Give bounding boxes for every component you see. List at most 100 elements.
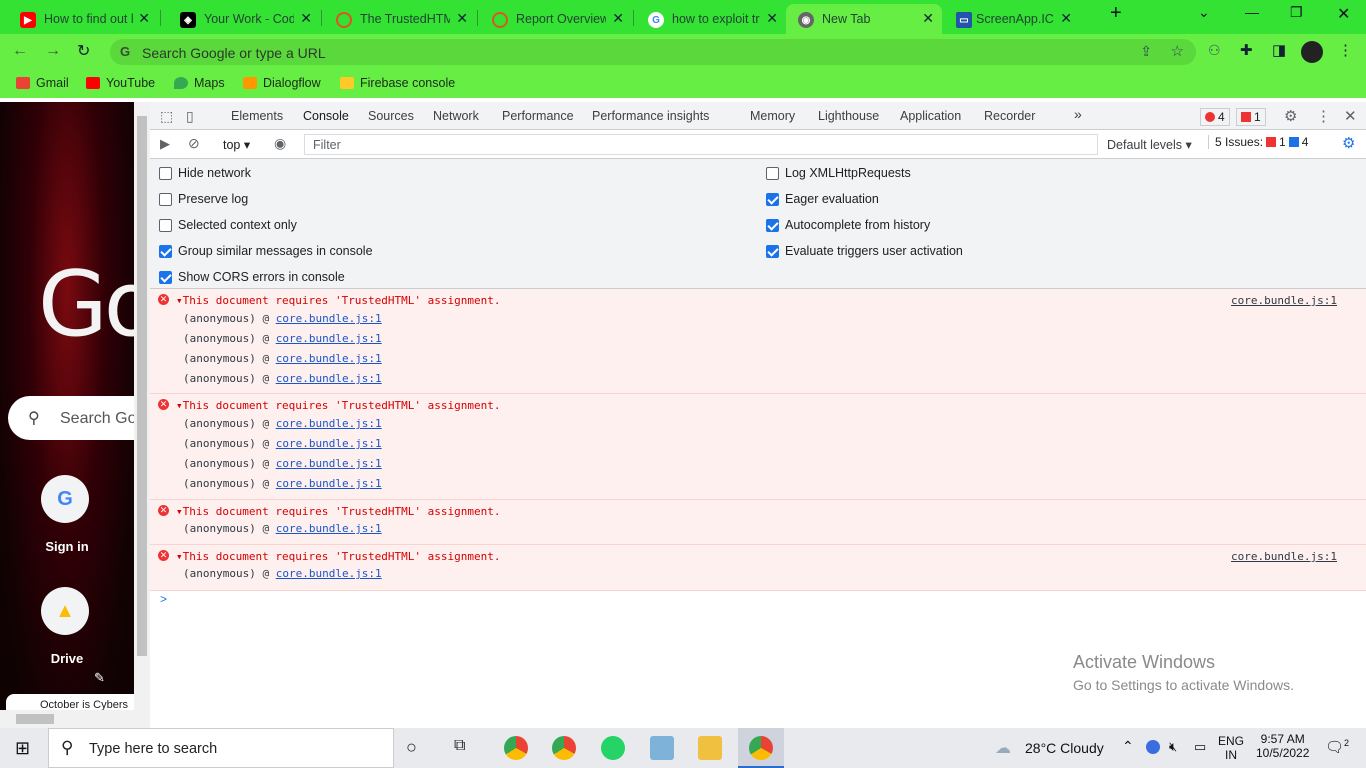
console-error-message[interactable]: ✕ ▾This document requires 'TrustedHTML' … — [150, 545, 1366, 591]
tab-memory[interactable]: Memory — [750, 109, 795, 123]
browser-tab[interactable]: ▭ ScreenApp.IC ✕ — [942, 4, 1102, 34]
console-error-message[interactable]: ✕ ▾This document requires 'TrustedHTML' … — [150, 500, 1366, 545]
close-icon[interactable]: ✕ — [922, 10, 934, 27]
close-devtools-icon[interactable]: ✕ — [1344, 107, 1357, 125]
forward-icon[interactable]: → — [45, 42, 61, 60]
window-close-icon[interactable]: ✕ — [1337, 4, 1350, 24]
device-icon[interactable]: ▯ — [186, 108, 194, 125]
weather-text[interactable]: 28°C Cloudy — [1025, 740, 1104, 756]
issue-counter[interactable]: 1 — [1236, 108, 1266, 126]
option-log-xhr[interactable]: Log XMLHttpRequests — [766, 166, 911, 180]
clear-console-icon[interactable]: ⊘ — [188, 135, 200, 152]
checkbox[interactable] — [159, 244, 172, 258]
bookmark-youtube[interactable]: YouTube — [86, 76, 155, 90]
stack-link[interactable]: core.bundle.js:1 — [276, 522, 382, 535]
source-link[interactable]: core.bundle.js:1 — [1231, 550, 1337, 563]
task-view-icon[interactable]: ⧉ — [454, 737, 465, 755]
close-icon[interactable]: ✕ — [138, 10, 150, 27]
checkbox[interactable] — [159, 192, 172, 206]
console-prompt[interactable]: > — [160, 592, 167, 606]
inspect-icon[interactable]: ⬚ — [160, 108, 173, 125]
profile-avatar[interactable] — [1301, 41, 1323, 63]
horizontal-scrollbar[interactable] — [0, 710, 134, 728]
stack-link[interactable]: core.bundle.js:1 — [276, 457, 382, 470]
tab-lighthouse[interactable]: Lighthouse — [818, 109, 879, 123]
browser-tab[interactable]: ◈ Your Work - Cod ✕ — [160, 4, 320, 34]
stack-link[interactable]: core.bundle.js:1 — [276, 332, 382, 345]
google-shortcut-icon[interactable]: G — [41, 475, 89, 523]
vertical-scrollbar[interactable] — [134, 102, 150, 728]
tab-network[interactable]: Network — [433, 109, 479, 123]
restore-icon[interactable]: ❐ — [1290, 4, 1303, 21]
checkbox[interactable] — [766, 166, 779, 180]
back-icon[interactable]: ← — [12, 42, 28, 60]
stack-link[interactable]: core.bundle.js:1 — [276, 477, 382, 490]
file-explorer-icon[interactable] — [698, 736, 722, 760]
levels-dropdown[interactable]: Default levels ▾ — [1107, 137, 1192, 152]
new-tab-button[interactable]: + — [1110, 2, 1122, 25]
zoom-icon[interactable] — [1146, 740, 1160, 754]
omnibox-input[interactable]: Search Google or type a URL — [142, 45, 326, 61]
close-icon[interactable]: ✕ — [1060, 10, 1072, 27]
tab-application[interactable]: Application — [900, 109, 961, 123]
omnibox[interactable]: G Search Google or type a URL ⇪ ☆ — [110, 39, 1196, 65]
cortana-icon[interactable]: ○ — [406, 737, 417, 758]
issues-button[interactable]: 5 Issues: 1 4 — [1208, 135, 1308, 149]
share-icon[interactable]: ⇪ — [1140, 43, 1152, 60]
browser-tab-active[interactable]: ◉ New Tab ✕ — [786, 4, 942, 34]
drive-icon[interactable]: ▲ — [41, 587, 89, 635]
option-group-similar[interactable]: Group similar messages in console — [159, 244, 373, 258]
tab-performance[interactable]: Performance — [502, 109, 574, 123]
notepad-icon[interactable] — [650, 736, 674, 760]
language-indicator[interactable]: ENG IN — [1218, 734, 1244, 762]
speaker-muted-icon[interactable]: 🔇︎ — [1169, 739, 1177, 755]
eye-icon[interactable]: ◉ — [274, 135, 286, 152]
taskbar-search[interactable]: ⚲ Type here to search — [48, 728, 394, 768]
whatsapp-icon[interactable] — [601, 736, 625, 760]
tab-sources[interactable]: Sources — [368, 109, 414, 123]
stack-link[interactable]: core.bundle.js:1 — [276, 437, 382, 450]
stack-link[interactable]: core.bundle.js:1 — [276, 417, 382, 430]
sidebar-toggle-icon[interactable]: ▶ — [160, 136, 170, 152]
checkbox[interactable] — [159, 166, 172, 180]
checkbox[interactable] — [766, 244, 779, 258]
tab-console[interactable]: Console — [295, 109, 357, 132]
network-icon[interactable]: ▭ — [1194, 739, 1206, 755]
close-icon[interactable]: ✕ — [456, 10, 468, 27]
search-input[interactable]: Search Go — [60, 410, 134, 428]
close-icon[interactable]: ✕ — [612, 10, 624, 27]
option-cors-errors[interactable]: Show CORS errors in console — [159, 270, 345, 284]
tab-performance-insights[interactable]: Performance insights — [592, 109, 709, 123]
option-hide-network[interactable]: Hide network — [159, 166, 251, 180]
checkbox[interactable] — [159, 270, 172, 284]
checkbox[interactable] — [766, 218, 779, 232]
clock[interactable]: 9:57 AM 10/5/2022 — [1256, 732, 1309, 760]
windows-start-icon[interactable]: ⊞ — [15, 738, 30, 759]
option-autocomplete[interactable]: Autocomplete from history — [766, 218, 930, 232]
chevron-up-icon[interactable]: ⌃ — [1122, 738, 1134, 755]
option-preserve-log[interactable]: Preserve log — [159, 192, 248, 206]
bookmark-gmail[interactable]: Gmail — [16, 76, 69, 90]
browser-tab[interactable]: The TrustedHTML ✕ — [316, 4, 476, 34]
menu-icon[interactable]: ⋮ — [1338, 41, 1353, 59]
tab-recorder[interactable]: Recorder — [984, 109, 1035, 123]
settings-gear-icon[interactable]: ⚙ — [1284, 107, 1297, 125]
checkbox[interactable] — [766, 192, 779, 206]
option-selected-context[interactable]: Selected context only — [159, 218, 297, 232]
edit-icon[interactable]: ✎ — [94, 670, 105, 686]
stack-link[interactable]: core.bundle.js:1 — [276, 372, 382, 385]
console-error-message[interactable]: ✕ ▾This document requires 'TrustedHTML' … — [150, 394, 1366, 500]
source-link[interactable]: core.bundle.js:1 — [1231, 294, 1337, 307]
filter-input[interactable]: Filter — [304, 134, 1098, 155]
extension-icon[interactable]: ⚇ — [1208, 42, 1221, 59]
tab-elements[interactable]: Elements — [231, 109, 283, 123]
bookmark-maps[interactable]: Maps — [174, 76, 225, 90]
notification-icon[interactable]: 🗨︎2 — [1325, 738, 1349, 756]
error-counter[interactable]: 4 — [1200, 108, 1230, 126]
console-error-message[interactable]: ✕ ▾This document requires 'TrustedHTML' … — [150, 289, 1366, 394]
minimize-icon[interactable]: — — [1245, 4, 1259, 20]
more-options-icon[interactable]: ⋮ — [1316, 107, 1331, 125]
shortcut-label[interactable]: Sign in — [0, 539, 134, 554]
close-icon[interactable]: ✕ — [300, 10, 312, 27]
bookmark-firebase[interactable]: Firebase console — [340, 76, 455, 90]
